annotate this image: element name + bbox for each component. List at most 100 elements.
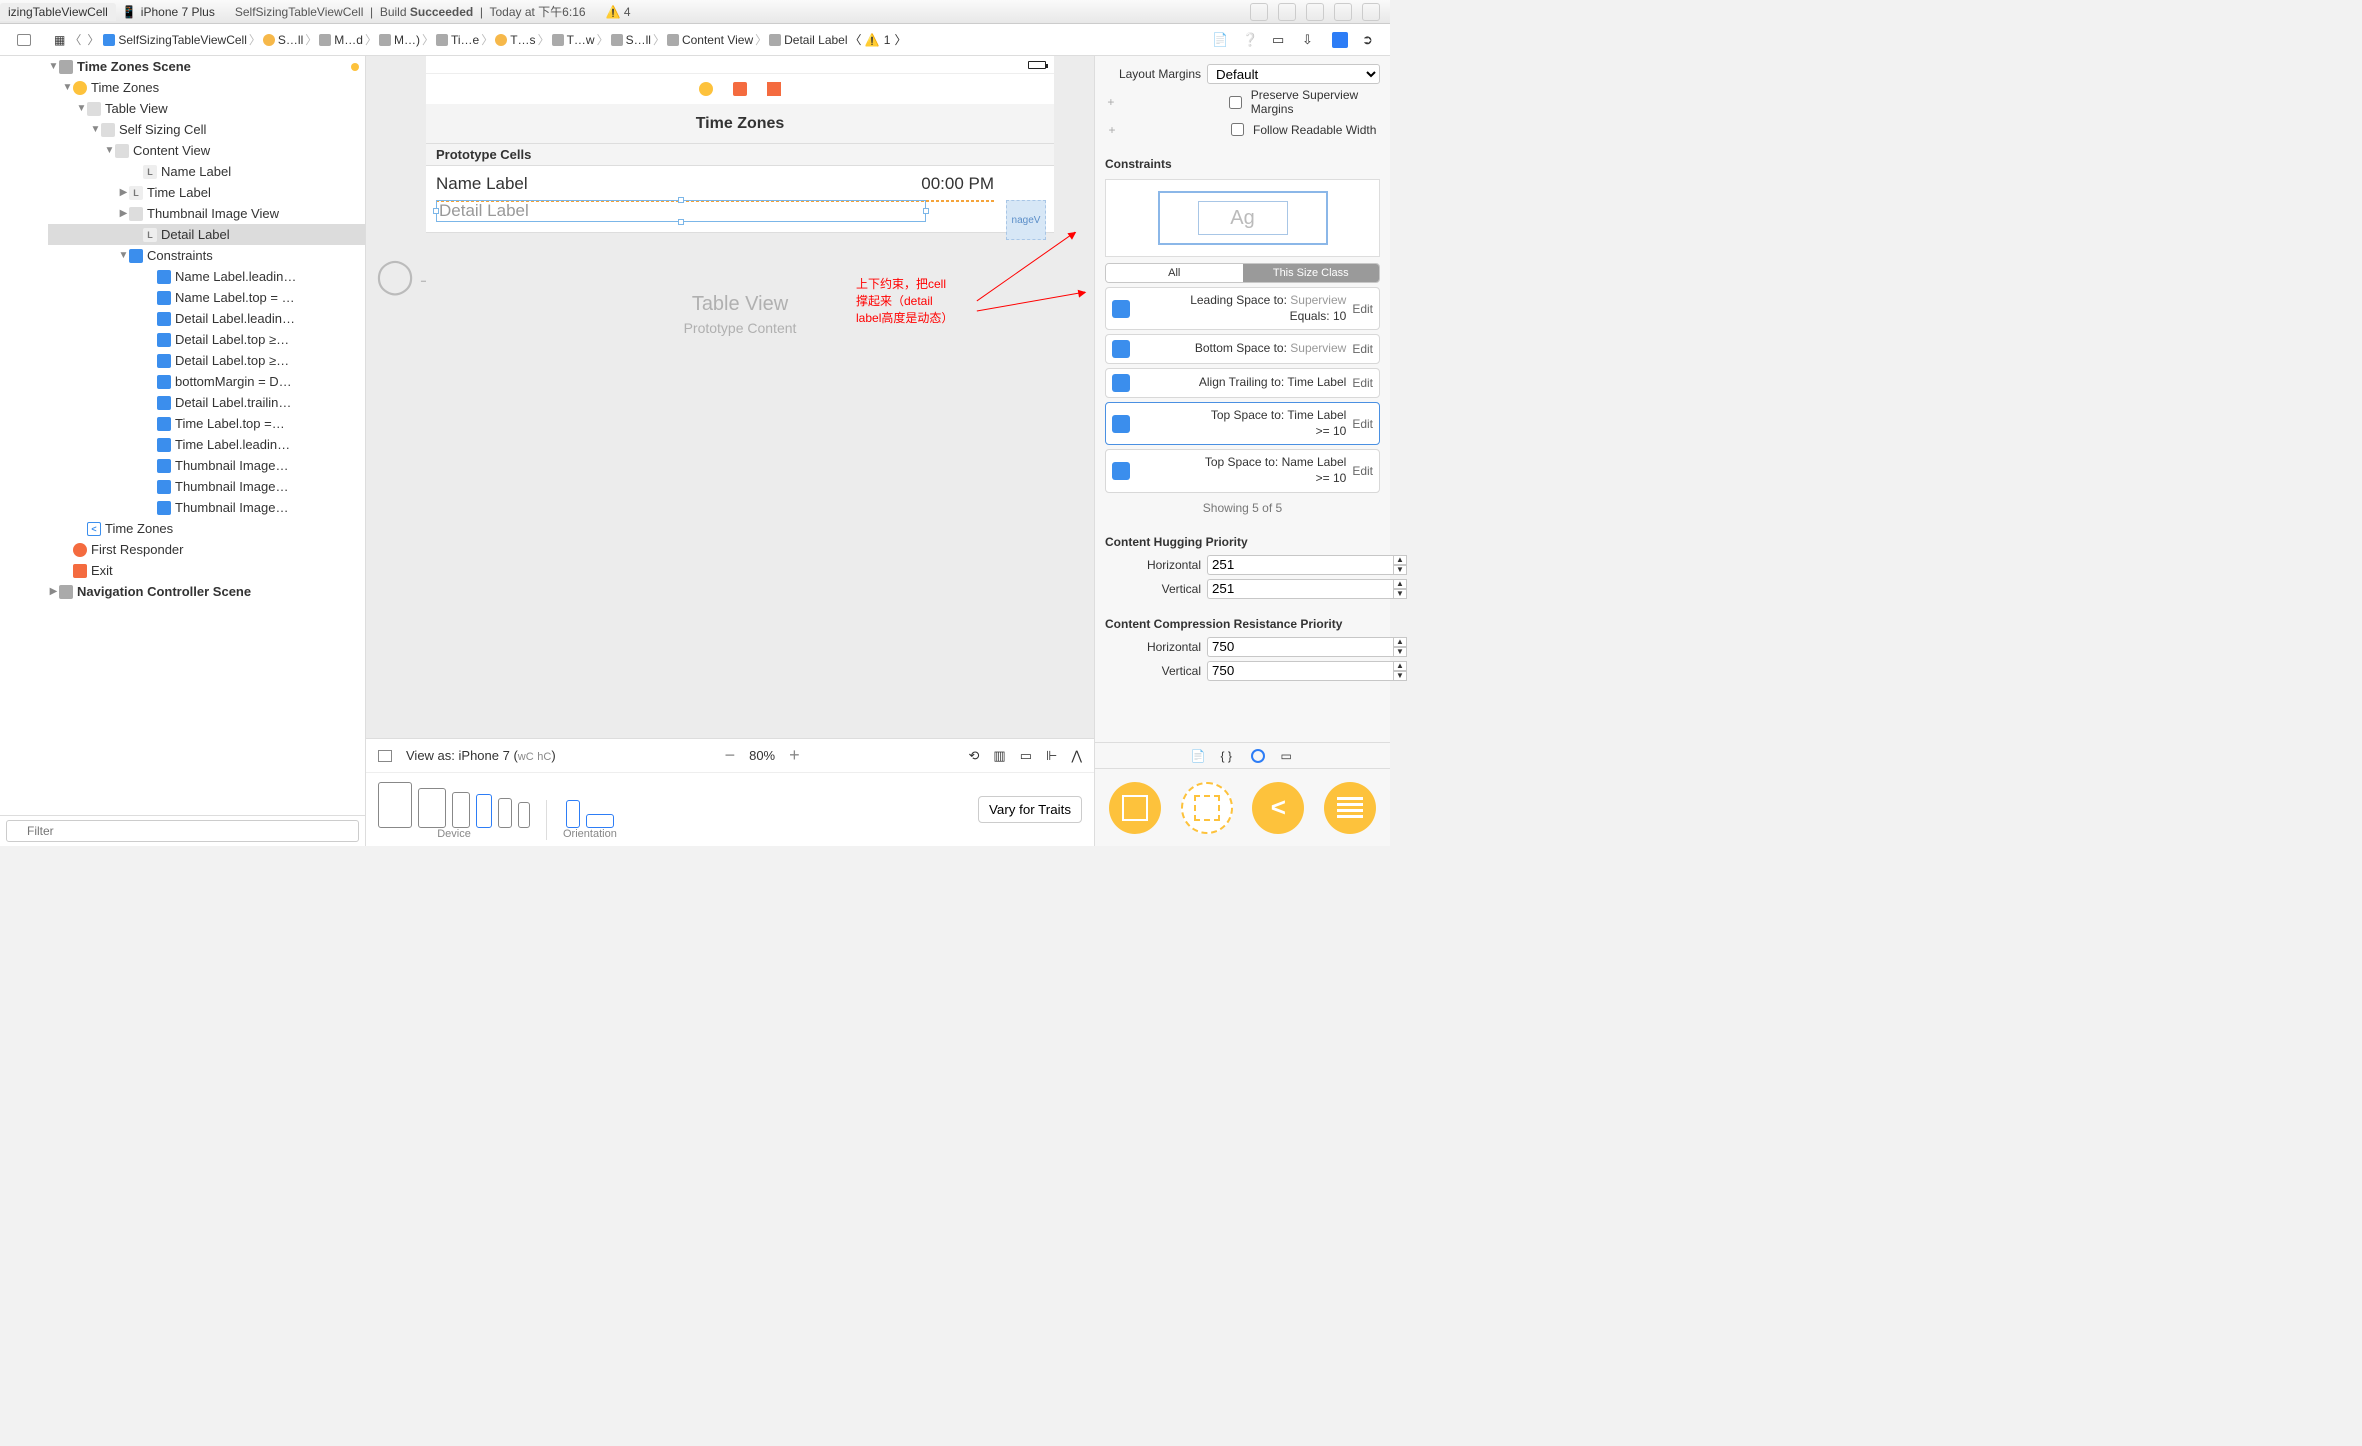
forward-arrow-icon[interactable]: 〉 [85, 31, 101, 48]
embed-icon[interactable]: ▥ [993, 748, 1005, 764]
resize-handle[interactable] [923, 208, 929, 214]
resolve-icon[interactable]: ⋀ [1071, 748, 1082, 764]
constraint-item[interactable]: Thumbnail Image… [48, 476, 365, 497]
update-frames-icon[interactable]: ⟲ [969, 748, 980, 764]
constraint-item[interactable]: Detail Label.leadin… [48, 308, 365, 329]
file-inspector-icon[interactable]: 📄 [1212, 32, 1228, 48]
contentview-row[interactable]: Content View [48, 140, 365, 161]
device-ipad-large[interactable] [378, 782, 412, 828]
scene-exit-icon[interactable] [767, 82, 781, 96]
constraint-edit-button[interactable]: Edit [1352, 464, 1373, 478]
identity-inspector-icon[interactable]: ▭ [1272, 32, 1288, 48]
device-selector[interactable]: 📱 iPhone 7 Plus [122, 5, 215, 19]
align-icon[interactable]: ▭ [1020, 748, 1032, 764]
panel-toggle-4[interactable] [1334, 3, 1352, 21]
scene-row[interactable]: Time Zones Scene [48, 56, 365, 77]
constraint-item[interactable]: Time Label.leadin… [48, 434, 365, 455]
view-as-label[interactable]: View as: iPhone 7 (wC hC) [406, 748, 556, 763]
scene-preview[interactable]: Time Zones Prototype Cells Name Label 00… [426, 56, 1054, 386]
add-variation-button[interactable]: + [1105, 123, 1119, 137]
orientation-portrait[interactable] [566, 800, 580, 828]
ccrp-vertical-input[interactable] [1207, 661, 1393, 681]
tab-scheme[interactable]: izingTableViewCell [0, 3, 116, 21]
vary-for-traits-button[interactable]: Vary for Traits [978, 796, 1082, 823]
constraint-item[interactable]: Detail Label.trailin… [48, 392, 365, 413]
constraint-edit-button[interactable]: Edit [1352, 417, 1373, 431]
constraints-row[interactable]: Constraints [48, 245, 365, 266]
tableview-row[interactable]: Table View [48, 98, 365, 119]
constraint-row[interactable]: Align Trailing to: Time Label Edit [1105, 368, 1380, 398]
stepper-up[interactable]: ▲ [1393, 555, 1407, 565]
nav-scene-row[interactable]: Navigation Controller Scene [48, 581, 365, 602]
stepper-down[interactable]: ▼ [1393, 647, 1407, 657]
back-item-row[interactable]: <Time Zones [48, 518, 365, 539]
stepper-down[interactable]: ▼ [1393, 565, 1407, 575]
vc-row[interactable]: Time Zones [48, 77, 365, 98]
scene-responder-icon[interactable] [733, 82, 747, 96]
lib-view-controller-dashed[interactable] [1175, 777, 1239, 838]
name-label[interactable]: Name Label [436, 174, 528, 194]
back-arrow-icon[interactable]: 〈 [67, 31, 83, 48]
attributes-inspector-icon[interactable]: ⇩ [1302, 32, 1318, 48]
connections-inspector-icon[interactable]: ➲ [1362, 32, 1378, 48]
resize-handle[interactable] [678, 197, 684, 203]
pin-icon[interactable]: ⊩ [1046, 748, 1057, 764]
constraint-edit-button[interactable]: Edit [1352, 302, 1373, 316]
first-responder-row[interactable]: First Responder [48, 539, 365, 560]
constraint-row-selected[interactable]: Top Space to: Time Label>= 10 Edit [1105, 402, 1380, 445]
constraint-item[interactable]: Name Label.top = … [48, 287, 365, 308]
stepper-down[interactable]: ▼ [1393, 589, 1407, 599]
device-iphone-se[interactable] [498, 798, 512, 828]
constraint-item[interactable]: Detail Label.top ≥… [48, 350, 365, 371]
stepper-up[interactable]: ▲ [1393, 661, 1407, 671]
chp-horizontal-input[interactable] [1207, 555, 1393, 575]
size-inspector-icon[interactable] [1332, 32, 1348, 48]
constraint-item[interactable]: Thumbnail Image… [48, 497, 365, 518]
code-snippet-library-icon[interactable]: { } [1221, 749, 1235, 763]
device-iphone-plus[interactable] [452, 792, 470, 828]
lib-view-controller[interactable] [1103, 777, 1167, 838]
lib-navigation-controller[interactable]: < [1247, 777, 1311, 838]
help-inspector-icon[interactable]: ❔ [1242, 32, 1258, 48]
constraint-item[interactable]: bottomMargin = D… [48, 371, 365, 392]
constraints-preview[interactable]: Ag [1105, 179, 1380, 257]
prototype-cell[interactable]: Name Label 00:00 PM Detail Label nageV [426, 166, 1054, 233]
four-squares-icon[interactable]: ▦ [54, 33, 65, 47]
stepper-up[interactable]: ▲ [1393, 637, 1407, 647]
constraint-row[interactable]: Leading Space to: SuperviewEquals: 10 Ed… [1105, 287, 1380, 330]
cell-row[interactable]: Self Sizing Cell [48, 119, 365, 140]
exit-row[interactable]: Exit [48, 560, 365, 581]
resize-handle[interactable] [678, 219, 684, 225]
constraint-edit-button[interactable]: Edit [1352, 342, 1373, 356]
imageview-row[interactable]: Thumbnail Image View [48, 203, 365, 224]
chp-vertical-input[interactable] [1207, 579, 1393, 599]
orientation-landscape[interactable] [586, 814, 614, 828]
editor-mode-icon[interactable] [17, 34, 31, 46]
stepper-down[interactable]: ▼ [1393, 671, 1407, 681]
constraint-row[interactable]: Top Space to: Name Label>= 10 Edit [1105, 449, 1380, 492]
resize-handle[interactable] [433, 208, 439, 214]
constraint-edit-button[interactable]: Edit [1352, 376, 1373, 390]
outline-filter-input[interactable] [6, 820, 359, 842]
constraint-item[interactable]: Name Label.leadin… [48, 266, 365, 287]
constraint-row[interactable]: Bottom Space to: Superview Edit [1105, 334, 1380, 364]
detail-label-selected[interactable]: Detail Label [436, 200, 926, 222]
lib-table-view-controller[interactable] [1318, 777, 1382, 838]
media-library-icon[interactable]: ▭ [1281, 749, 1295, 763]
build-warnings[interactable]: ⚠️ 4 [606, 5, 631, 19]
tab-all[interactable]: All [1106, 264, 1243, 282]
add-variation-button[interactable]: + [1105, 95, 1117, 109]
canvas-layout-icon[interactable] [378, 750, 392, 762]
device-ipad[interactable] [418, 788, 446, 828]
zoom-out-button[interactable]: − [725, 745, 736, 766]
jump-bar[interactable]: ▦ 〈 〉 SelfSizingTableViewCell〉 S…ll〉 M…d… [48, 31, 1100, 48]
label-row[interactable]: LTime Label [48, 182, 365, 203]
scene-vc-icon[interactable] [699, 82, 713, 96]
preserve-superview-checkbox[interactable] [1229, 96, 1242, 109]
panel-toggle-1[interactable] [1250, 3, 1268, 21]
device-iphone-4s[interactable] [518, 802, 530, 828]
file-template-library-icon[interactable]: 📄 [1191, 749, 1205, 763]
panel-toggle-2[interactable] [1278, 3, 1296, 21]
zoom-in-button[interactable]: + [789, 745, 800, 766]
ccrp-horizontal-input[interactable] [1207, 637, 1393, 657]
